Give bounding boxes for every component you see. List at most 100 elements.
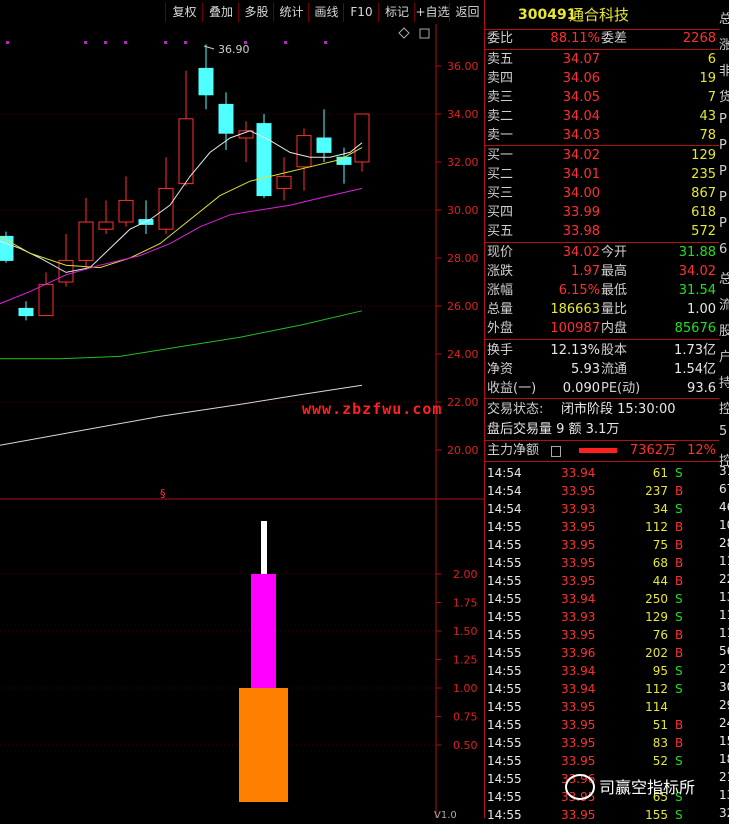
ask-volume: 78 (699, 128, 716, 143)
clipped-number: 30 (719, 680, 729, 694)
bid-label: 买五 (487, 224, 514, 239)
tick-time: 14:55 (487, 664, 522, 678)
price-axis-label: 30.00 (447, 204, 479, 217)
ask-price: 34.07 (562, 52, 600, 67)
signal-dot (184, 41, 187, 44)
main-force-bar (579, 448, 617, 453)
brand-text: 司赢空指标所 (599, 778, 696, 797)
candle-body (354, 113, 370, 163)
tick-time: 14:54 (487, 466, 522, 480)
signal-dot (324, 41, 327, 44)
tick-time: 14:55 (487, 700, 522, 714)
tick-time: 14:55 (487, 610, 522, 624)
toolbar-button-8[interactable]: 返回 (449, 3, 485, 22)
stock-header: 300491 通合科技 (485, 6, 720, 26)
toolbar-button-5[interactable]: F10 (343, 3, 379, 22)
tick-row: 14:55 33.95 75 B (485, 536, 720, 554)
tick-time: 14:55 (487, 646, 522, 660)
quote-row: 涨跌 1.97 最高 34.02 (485, 263, 720, 281)
ma60-line (0, 310, 363, 360)
indicator-chart[interactable]: 2.00 1.75 1.50 1.25 1.00 0.75 0.50 V1.0 (0, 500, 484, 818)
main-force-pct: 12% (687, 443, 716, 458)
tick-price: 33.95 (561, 754, 596, 768)
sub-axis-label: 1.75 (453, 597, 478, 610)
tick-row: 14:55 33.95 52 S (485, 752, 720, 770)
bid-row: 买四 33.99 618 (485, 204, 720, 222)
weicha-value: 2268 (682, 31, 716, 46)
quote-value: 34.02 (678, 264, 716, 279)
tick-row: 14:55 33.93 129 S (485, 608, 720, 626)
bid-label: 买二 (487, 167, 514, 182)
fundamental-value: 5.93 (571, 362, 600, 377)
toolbar-button-1[interactable]: 叠加 (202, 3, 239, 22)
main-force-menu-icon[interactable] (551, 446, 561, 457)
diamond-icon (398, 27, 410, 39)
clipped-number: 28 (719, 536, 729, 550)
quote-value: 1.00 (687, 302, 716, 317)
tick-time: 14:55 (487, 736, 522, 750)
quote-label: 今开 (601, 245, 628, 260)
toolbar-button-4[interactable]: 画线 (308, 3, 344, 22)
ask-row: 卖一 34.03 78 (485, 127, 720, 145)
signal-dot (84, 41, 87, 44)
tick-row: 14:55 33.94 112 S (485, 680, 720, 698)
clipped-label: 持 (719, 376, 729, 391)
bid-label: 买四 (487, 205, 514, 220)
bid-row: 买五 33.98 572 (485, 223, 720, 241)
ask-row: 卖二 34.04 43 (485, 108, 720, 126)
clipped-number: 11 (719, 626, 729, 640)
weicha-label: 委差 (601, 31, 628, 46)
tick-volume: 112 (645, 682, 668, 696)
bid-volume: 129 (691, 148, 716, 163)
tick-volume: 250 (645, 592, 668, 606)
tick-row: 14:54 33.93 34 S (485, 500, 720, 518)
fundamental-value: 93.6 (687, 381, 716, 396)
tick-time: 14:55 (487, 538, 522, 552)
tick-price: 33.95 (561, 574, 596, 588)
candlestick-chart[interactable]: 36.00 34.00 32.00 30.00 28.00 26.00 24.00 22.00… (0, 24, 484, 500)
tick-volume: 202 (645, 646, 668, 660)
fundamental-label: 股本 (601, 343, 628, 358)
tick-price: 33.95 (561, 628, 596, 642)
after-hours-value: 盘后交易量 9 额 3.1万 (487, 422, 620, 437)
quote-value: 31.54 (678, 283, 716, 298)
quote-label: 最低 (601, 283, 628, 298)
toolbar-button-0[interactable]: 复权 (165, 3, 203, 22)
tick-row: 14:55 33.95 76 B (485, 626, 720, 644)
tick-side: B (675, 574, 684, 588)
clipped-number: 56 (719, 644, 729, 658)
candle-body (296, 135, 312, 168)
signal-dot (164, 41, 167, 44)
tick-time: 14:55 (487, 718, 522, 732)
tick-price: 33.95 (561, 718, 596, 732)
tick-volume: 114 (645, 700, 668, 714)
fundamental-label: 收益(一) (487, 381, 537, 396)
high-marker-label: 36.90 (218, 43, 250, 56)
toolbar-button-6[interactable]: 标记 (378, 3, 415, 22)
toolbar-button-7[interactable]: +自选 (414, 3, 450, 22)
tick-price: 33.93 (561, 610, 596, 624)
clipped-number: 31 (719, 464, 729, 478)
clipped-number: 46 (719, 500, 729, 514)
quote-value: 85676 (674, 321, 716, 336)
fundamental-label: 换手 (487, 343, 514, 358)
toolbar-button-3[interactable]: 统计 (273, 3, 309, 22)
tick-side: B (675, 718, 684, 732)
quote-row: 总量 186663 量比 1.00 (485, 301, 720, 319)
clipped-label: 货 (719, 90, 729, 105)
tick-price: 33.95 (561, 538, 596, 552)
stock-name: 通合科技 (569, 6, 630, 24)
quote-value: 6.15% (558, 283, 600, 298)
tick-time: 14:55 (487, 790, 522, 804)
price-axis-label: 20.00 (447, 444, 479, 457)
clipped-number: 10 (719, 518, 729, 532)
tick-row: 14:55 33.94 95 S (485, 662, 720, 680)
tick-row: 14:55 33.95 68 B (485, 554, 720, 572)
tick-price: 33.93 (561, 502, 596, 516)
toolbar-button-2[interactable]: 多股 (238, 3, 274, 22)
main-force-label: 主力净额 (487, 443, 540, 458)
sub-axis-label: 0.50 (453, 739, 478, 752)
tick-volume: 155 (645, 808, 668, 822)
tick-row: 14:55 33.94 250 S (485, 590, 720, 608)
tick-time: 14:55 (487, 808, 522, 822)
